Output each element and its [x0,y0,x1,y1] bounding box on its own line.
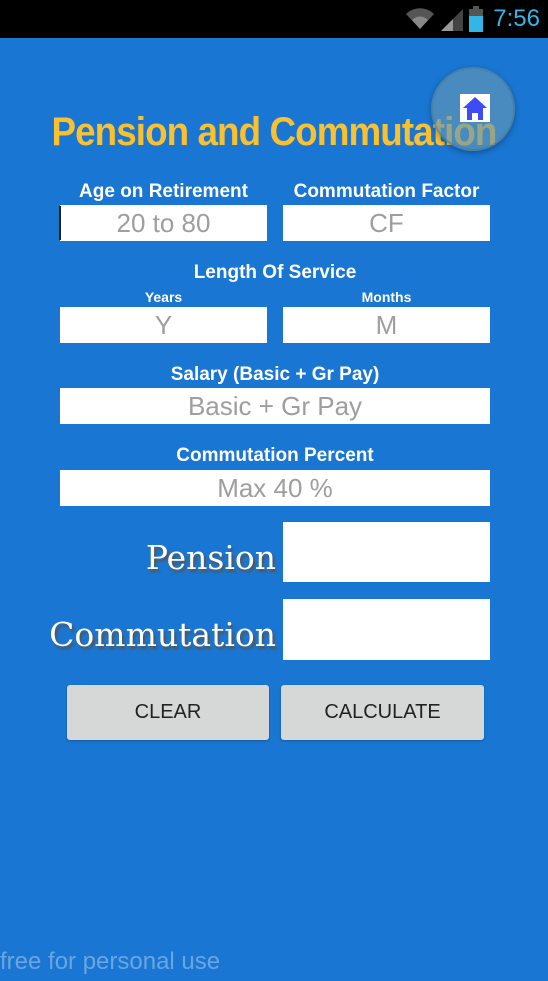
home-button[interactable] [431,67,515,151]
wifi-icon [406,8,435,30]
commutation-percent-input[interactable]: Max 40 % [60,470,490,506]
months-label: Months [361,289,412,305]
clock-time: 7:56 [493,5,540,32]
months-input[interactable]: M [283,307,490,343]
salary-label: Salary (Basic + Gr Pay) [170,364,380,385]
status-icons: 7:56 [405,4,540,34]
home-icon [460,94,490,122]
cf-input[interactable]: CF [283,205,490,241]
commutation-percent-label: Commutation Percent [176,445,374,466]
years-label: Years [144,289,183,305]
status-bar: 7:56 [0,0,548,38]
age-input[interactable]: 20 to 80 [60,205,267,241]
clear-button[interactable]: CLEAR [67,685,269,740]
app-screen: Pension and Commutation Age on Retiremen… [0,38,548,981]
pension-output [283,522,490,582]
calculate-button[interactable]: CALCULATE [281,685,484,740]
commutation-output [283,599,490,660]
cf-label: Commutation Factor [293,181,480,202]
commutation-label: Commutation [49,615,276,654]
text-cursor [59,206,61,240]
signal-icon [441,9,464,31]
pension-label: Pension [145,538,276,577]
service-label: Length Of Service [193,262,357,283]
watermark-text: free for personal use [0,948,221,975]
age-label: Age on Retirement [79,181,248,202]
battery-icon [469,6,484,32]
years-input[interactable]: Y [60,307,267,343]
salary-input[interactable]: Basic + Gr Pay [60,388,490,424]
